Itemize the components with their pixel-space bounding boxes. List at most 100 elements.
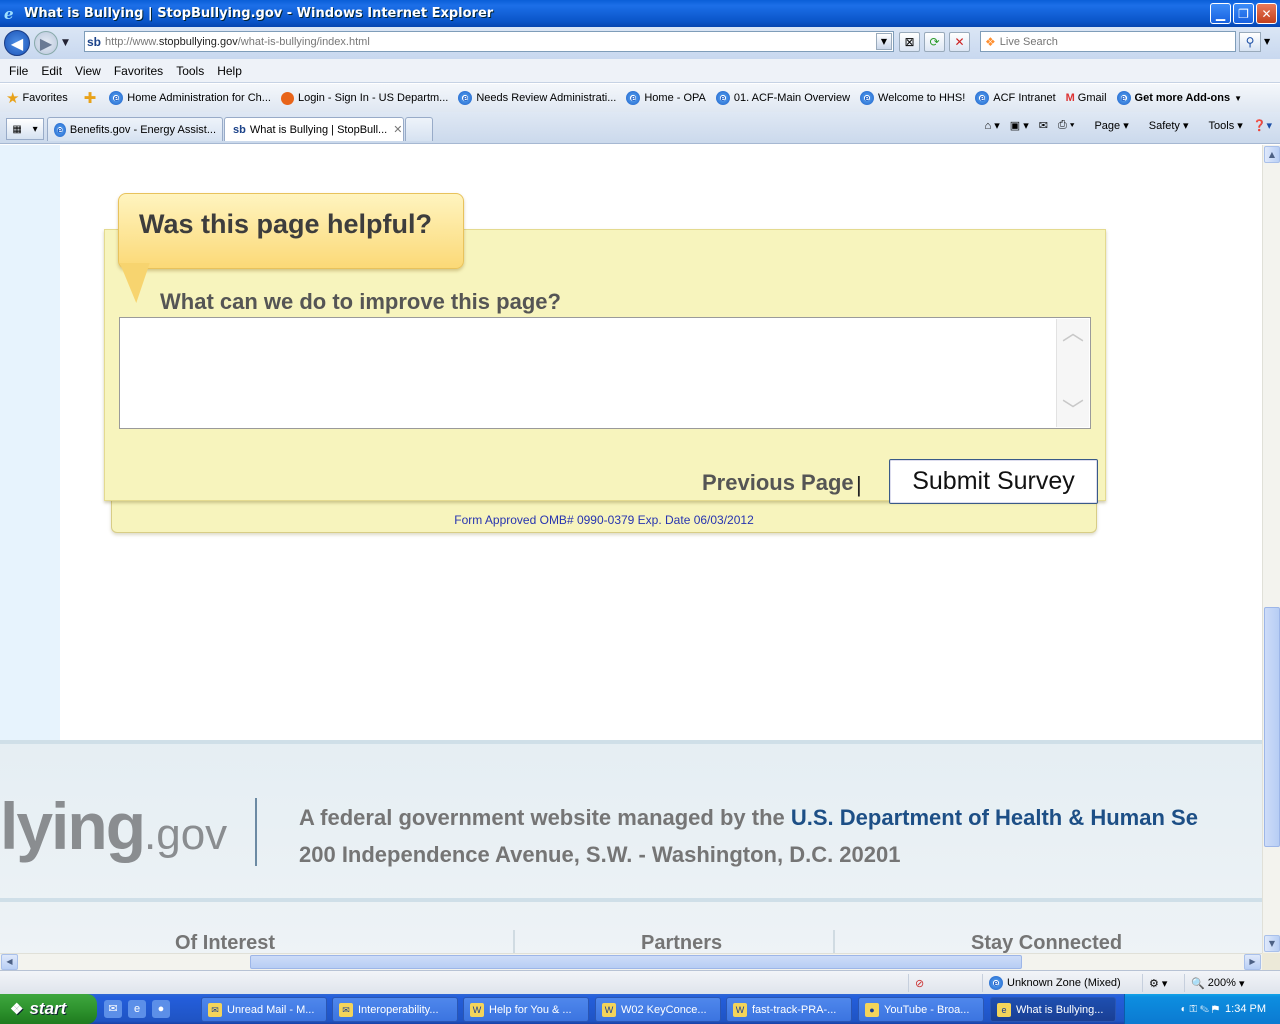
close-tab-icon[interactable]: ✕	[393, 123, 402, 136]
address-dropdown-button[interactable]: ▼	[876, 33, 892, 50]
feeds-icon[interactable]: ▣ ▾	[1010, 119, 1029, 132]
page-menu[interactable]: Page ▾	[1084, 119, 1128, 132]
favorite-item-needs-review[interactable]: e Needs Review Administrati...	[458, 91, 616, 105]
menu-edit[interactable]: Edit	[41, 64, 62, 78]
scroll-left-button[interactable]: ◀	[1, 954, 18, 970]
word-doc-icon: W	[470, 1002, 484, 1017]
task-w02-keyconcepts[interactable]: W W02 KeyConce...	[595, 997, 721, 1022]
recent-pages-dropdown[interactable]: ▼	[62, 38, 69, 48]
refresh-icon[interactable]: ⟳	[924, 32, 945, 52]
zoom-level[interactable]: 🔍 200% ▾	[1184, 974, 1274, 992]
tab-benefits[interactable]: e Benefits.gov - Energy Assist...	[47, 117, 223, 141]
back-button[interactable]: ◀	[4, 30, 30, 56]
previous-page-link[interactable]: Previous Page	[702, 470, 854, 496]
favorite-item-acf-main[interactable]: e 01. ACF-Main Overview	[715, 91, 850, 105]
title-bar: e What is Bullying | StopBullying.gov - …	[0, 0, 1280, 27]
hhs-link[interactable]: U.S. Department of Health & Human Se	[791, 805, 1198, 830]
feedback-textarea[interactable]: ︿ ﹀	[119, 317, 1091, 429]
footer-column-divider	[513, 930, 515, 953]
read-mail-icon[interactable]: ✉	[1039, 119, 1048, 132]
restore-button[interactable]: ❐	[1233, 3, 1254, 24]
internet-explorer-icon[interactable]: e	[128, 1000, 146, 1018]
favorite-item-acf-intranet[interactable]: e ACF Intranet	[975, 91, 1056, 105]
live-search-logo-icon: ❖	[985, 34, 996, 49]
task-what-is-bullying[interactable]: e What is Bullying...	[990, 997, 1116, 1022]
privacy-report-icon[interactable]: ⊘	[908, 974, 978, 992]
favorites-button[interactable]: ★ Favorites	[0, 89, 68, 107]
submit-survey-button[interactable]: Submit Survey	[889, 459, 1098, 504]
compatibility-view-icon[interactable]: ⊠	[899, 32, 920, 52]
vertical-scrollbar[interactable]: ▲ ▼	[1262, 145, 1280, 953]
menu-tools[interactable]: Tools	[176, 64, 204, 78]
task-help-for-you[interactable]: W Help for You & ...	[463, 997, 589, 1022]
favorite-item-opa[interactable]: e Home - OPA	[626, 91, 706, 105]
scroll-up-button[interactable]: ▲	[1264, 146, 1280, 163]
minimize-button[interactable]: ▁	[1210, 3, 1231, 24]
task-fast-track-pra[interactable]: Wfast-track-PRA-...	[726, 997, 852, 1022]
ie-logo-icon: e	[4, 4, 14, 23]
task-youtube[interactable]: ● YouTube - Broa...	[858, 997, 984, 1022]
tab-list-dropdown[interactable]: ▾	[33, 124, 38, 135]
menu-view[interactable]: View	[75, 64, 101, 78]
ie-page-icon: e	[997, 1002, 1011, 1017]
favorites-bar: ★ Favorites ✚ e Home Administration for Ch…	[0, 84, 1280, 112]
favorite-item-hhs[interactable]: e Welcome to HHS!	[860, 91, 965, 105]
favorite-item-acf-home[interactable]: e Home Administration for Ch...	[109, 91, 271, 105]
safety-menu[interactable]: Safety ▾	[1139, 119, 1189, 132]
print-icon[interactable]: ⎙ ▾	[1058, 119, 1074, 132]
search-options-dropdown[interactable]: ▼	[1264, 37, 1270, 46]
forward-button[interactable]: ▶	[34, 31, 58, 55]
stop-icon[interactable]: ✕	[949, 32, 970, 52]
start-button[interactable]: ❖ start	[0, 994, 97, 1024]
horizontal-scroll-thumb[interactable]	[250, 955, 1022, 969]
scroll-right-button[interactable]: ▶	[1244, 954, 1261, 970]
task-interoperability[interactable]: ✉ Interoperability...	[332, 997, 458, 1022]
stopbullying-logo[interactable]: lying.gov	[0, 788, 227, 864]
menu-file[interactable]: File	[9, 64, 28, 78]
tray-icons[interactable]: ◐ ⚿ ✎ ⚑	[1181, 1004, 1219, 1015]
taskbar: ❖ start ✉ e ● ✉ Unread Mail - M... ✉ Intero…	[0, 994, 1280, 1024]
firefox-icon[interactable]: ●	[152, 1000, 170, 1018]
address-field[interactable]: sb http://www.stopbullying.gov/what-is-b…	[84, 31, 894, 52]
vertical-scroll-thumb[interactable]	[1264, 607, 1280, 847]
search-input[interactable]	[999, 35, 1220, 48]
protected-mode-icon[interactable]: ⚙ ▾	[1142, 974, 1182, 992]
horizontal-scrollbar[interactable]: ◀ ▶	[0, 953, 1262, 970]
textarea-scrollbar[interactable]: ︿ ﹀	[1056, 319, 1089, 427]
task-unread-mail[interactable]: ✉ Unread Mail - M...	[201, 997, 327, 1022]
home-icon[interactable]: ⌂ ▾	[985, 119, 1000, 132]
menu-favorites[interactable]: Favorites	[114, 64, 163, 78]
favorite-item-addons[interactable]: e Get more Add-ons ▼	[1116, 91, 1242, 105]
ie-page-icon: e	[626, 91, 641, 105]
close-button[interactable]: ✕	[1256, 3, 1277, 24]
ie-page-icon: e	[54, 122, 66, 137]
url-text[interactable]: http://www.stopbullying.gov/what-is-bull…	[105, 36, 370, 48]
forward-arrow-icon: ▶	[39, 33, 53, 53]
word-doc-icon: W	[733, 1002, 747, 1017]
help-icon[interactable]: ❓▾	[1253, 119, 1272, 132]
quick-tabs-button[interactable]: ▦ ▾	[6, 118, 44, 140]
favorite-item-login[interactable]: Login - Sign In - US Departm...	[280, 91, 448, 105]
footer-heading-partners: Partners	[641, 932, 723, 953]
ie-page-icon: e	[109, 91, 124, 105]
site-favicon-icon: sb	[233, 123, 246, 136]
footer-top-rule	[0, 740, 1262, 744]
quick-tabs-icon: ▦	[12, 123, 22, 135]
scroll-down-icon[interactable]: ﹀	[1059, 399, 1087, 425]
search-box[interactable]: ❖	[980, 31, 1236, 52]
outlook-icon[interactable]: ✉	[104, 1000, 122, 1018]
favorite-item-gmail[interactable]: M Gmail	[1066, 92, 1107, 104]
improve-question: What can we do to improve this page?	[160, 289, 561, 314]
mail-icon: ✉	[208, 1002, 222, 1017]
scroll-up-icon[interactable]: ︿	[1059, 321, 1087, 347]
add-favorite-button[interactable]: ✚	[78, 89, 100, 107]
managed-by-text: A federal government website managed by …	[299, 805, 1198, 830]
new-tab-button[interactable]	[405, 117, 433, 141]
clock[interactable]: 1:34 PM	[1225, 1003, 1266, 1015]
search-icon[interactable]: ⚲	[1239, 32, 1261, 52]
menu-help[interactable]: Help	[217, 64, 242, 78]
security-zone[interactable]: e Unknown Zone (Mixed)	[982, 974, 1140, 992]
tools-menu[interactable]: Tools ▾	[1199, 119, 1243, 132]
scroll-down-button[interactable]: ▼	[1264, 935, 1280, 952]
tab-what-is-bullying[interactable]: sb What is Bullying | StopBull... ✕	[224, 117, 404, 141]
